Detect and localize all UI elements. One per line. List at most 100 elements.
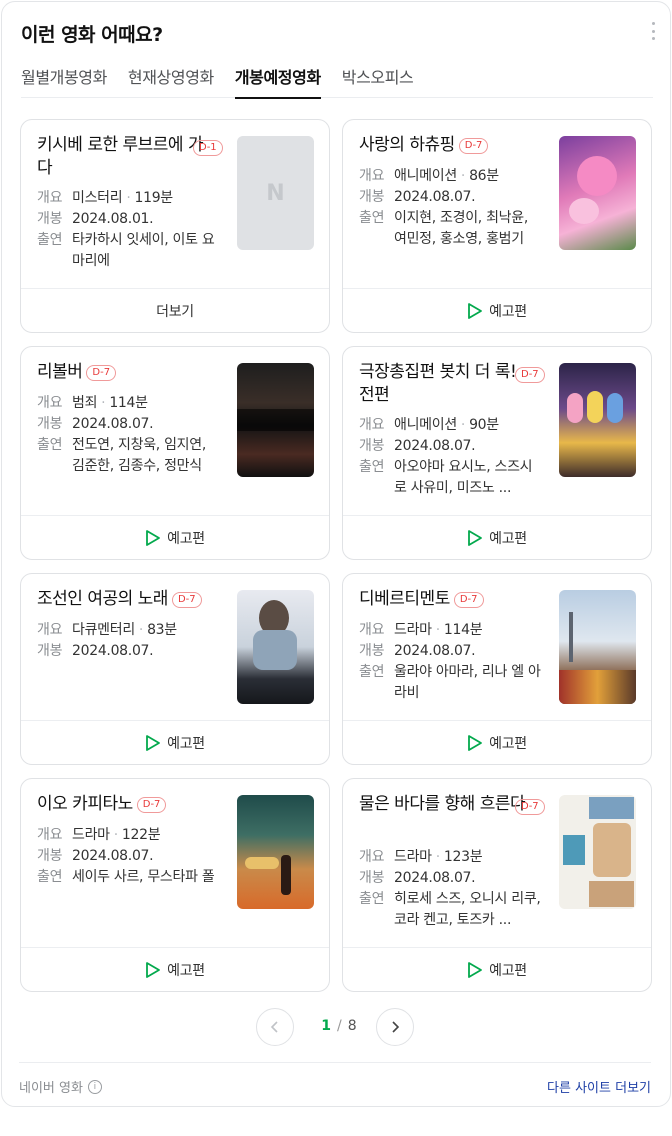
release-value: 2024.08.07. (394, 643, 476, 659)
genre-value: 미스터리 (72, 190, 123, 206)
tab-now-showing[interactable]: 현재상영영화 (128, 56, 214, 98)
tab-monthly-release[interactable]: 월별개봉영화 (21, 56, 107, 98)
info-key: 개요 (359, 168, 385, 184)
genre-value: 다큐멘터리 (72, 622, 135, 638)
naver-logo-icon: N (266, 180, 285, 206)
movie-info: 개요 애니메이션 · 90분 개봉 2024.08.07. 출연 아오야마 요시노, 스즈… (359, 415, 544, 499)
current-page: 1 (321, 1018, 332, 1034)
movie-card: 사랑의 하츄핑 D-7 개요 애니메이션 · 86분 개봉 2024.08.07. 출연 이… (342, 119, 652, 333)
info-key: 개요 (359, 622, 385, 638)
trailer-button[interactable]: 예고편 (343, 720, 651, 764)
runtime-value: 83분 (147, 622, 177, 638)
runtime-value: 90분 (469, 417, 499, 433)
info-key: 개요 (37, 190, 63, 206)
trailer-button[interactable]: 예고편 (21, 515, 329, 559)
movie-info: 개요 다큐멘터리 · 83분 개봉 2024.08.07. (37, 620, 222, 662)
release-value: 2024.08.07. (394, 189, 476, 205)
d-day-badge: D-7 (458, 138, 489, 154)
movie-card: 물은 바다를 향해 흐른다 D-7 개요 드라마 · 123분 개봉 2024.08.0… (342, 778, 652, 992)
movie-card: 디베르티멘토 D-7 개요 드라마 · 114분 개봉 2024.08.07. 출연 울라야… (342, 573, 652, 765)
runtime-value: 122분 (121, 827, 161, 843)
movie-poster[interactable] (559, 136, 636, 250)
movie-title[interactable]: 물은 바다를 향해 흐른다 (359, 793, 534, 816)
movie-title[interactable]: 조선인 여공의 노래 D-7 (37, 588, 237, 611)
source-label: 네이버 영화 i (19, 1077, 102, 1096)
total-pages: 8 (347, 1018, 357, 1034)
info-key: 출연 (37, 232, 63, 248)
movie-title[interactable]: 리볼버 D-7 (37, 361, 212, 384)
page-indicator: 1 / 8 (314, 1018, 364, 1034)
movie-card: 극장총집편 봇치 더 록! 전편 D-7 개요 애니메이션 · 90분 개봉 2024.… (342, 346, 652, 560)
info-key: 개요 (359, 849, 385, 865)
cast-value: 아오야마 요시노, 스즈시로 사유미, 미즈노 ... (394, 459, 533, 496)
trailer-button[interactable]: 예고편 (343, 947, 651, 991)
play-outline-icon (468, 961, 483, 978)
info-key: 출연 (359, 210, 385, 226)
info-key: 개봉 (359, 438, 385, 454)
movie-poster[interactable] (559, 590, 636, 704)
movie-poster[interactable] (237, 795, 314, 909)
release-value: 2024.08.07. (394, 870, 476, 886)
movie-poster[interactable] (559, 795, 636, 909)
movie-title[interactable]: 사랑의 하츄핑 D-7 (359, 134, 534, 157)
info-key: 개봉 (359, 189, 385, 205)
info-key: 출연 (359, 459, 385, 475)
trailer-button[interactable]: 예고편 (343, 288, 651, 332)
movie-poster[interactable] (237, 363, 314, 477)
play-outline-icon (468, 302, 483, 319)
release-value: 2024.08.07. (72, 643, 154, 659)
tab-upcoming[interactable]: 개봉예정영화 (234, 56, 321, 99)
movie-card: 리볼버 D-7 개요 범죄 · 114분 개봉 2024.08.07. 출연 전도연, 지창… (20, 346, 330, 560)
movie-title[interactable]: 디베르티멘토 D-7 (359, 588, 534, 611)
d-day-badge: D-7 (86, 365, 117, 381)
d-day-badge: D-7 (515, 367, 545, 383)
prev-page-button[interactable] (256, 1008, 294, 1046)
info-key: 출연 (37, 869, 63, 885)
movie-info: 개요 드라마 · 123분 개봉 2024.08.07. 출연 히로세 스즈, 오니시 리… (359, 847, 544, 931)
more-button[interactable]: 더보기 (21, 288, 329, 332)
info-circle-icon[interactable]: i (87, 1079, 102, 1094)
more-vertical-icon[interactable] (650, 22, 656, 40)
tab-box-office[interactable]: 박스오피스 (342, 56, 414, 98)
d-day-badge: D-1 (193, 140, 223, 156)
info-key: 출연 (359, 664, 385, 680)
info-key: 개봉 (37, 643, 63, 659)
play-outline-icon (468, 734, 483, 751)
info-key: 개봉 (359, 643, 385, 659)
info-key: 개요 (37, 395, 63, 411)
movie-card: 키시베 로한 루브르에 가다 D-1 개요 미스터리 · 119분 개봉 2024.08… (20, 119, 330, 333)
trailer-button[interactable]: 예고편 (21, 720, 329, 764)
movie-card: 이오 카피타노 D-7 개요 드라마 · 122분 개봉 2024.08.07. 출연 세이… (20, 778, 330, 992)
trailer-button[interactable]: 예고편 (343, 515, 651, 559)
release-value: 2024.08.07. (394, 438, 476, 454)
chevron-right-icon (392, 1021, 400, 1033)
movie-info: 개요 드라마 · 122분 개봉 2024.08.07. 출연 세이두 사르, 무스타파 … (37, 825, 222, 888)
info-key: 출연 (359, 891, 385, 907)
poster-placeholder[interactable]: N (237, 136, 314, 250)
play-outline-icon (146, 961, 161, 978)
info-key: 개봉 (359, 870, 385, 886)
cast-value: 타카하시 잇세이, 이토 요 마리에 (72, 232, 215, 269)
runtime-value: 86분 (469, 168, 499, 184)
source-text: 네이버 영화 (19, 1081, 83, 1096)
movie-info: 개요 애니메이션 · 86분 개봉 2024.08.07. 출연 이지현, 조경이, 최낙… (359, 166, 544, 250)
genre-value: 드라마 (72, 827, 110, 843)
movie-title[interactable]: 극장총집편 봇치 더 록! 전편 (359, 361, 534, 407)
info-key: 개봉 (37, 416, 63, 432)
movie-poster[interactable] (237, 590, 314, 704)
info-key: 출연 (37, 437, 63, 453)
movie-info: 개요 범죄 · 114분 개봉 2024.08.07. 출연 전도연, 지창욱, 임지연,… (37, 393, 222, 477)
cast-value: 세이두 사르, 무스타파 폴 (72, 869, 215, 885)
d-day-badge: D-7 (515, 799, 545, 815)
more-sites-link[interactable]: 다른 사이트 더보기 (547, 1077, 651, 1096)
movie-title[interactable]: 이오 카피타노 D-7 (37, 793, 212, 816)
cast-value: 이지현, 조경이, 최낙윤, 여민정, 홍소영, 홍범기 (394, 210, 528, 247)
movie-title[interactable]: 키시베 로한 루브르에 가다 (37, 134, 212, 180)
movie-card: 조선인 여공의 노래 D-7 개요 다큐멘터리 · 83분 개봉 2024.08.07. … (20, 573, 330, 765)
play-outline-icon (146, 529, 161, 546)
next-page-button[interactable] (376, 1008, 414, 1046)
release-value: 2024.08.01. (72, 211, 154, 227)
trailer-button[interactable]: 예고편 (21, 947, 329, 991)
cast-value: 울라야 아마라, 리나 엘 아라비 (394, 664, 541, 701)
movie-poster[interactable] (559, 363, 636, 477)
